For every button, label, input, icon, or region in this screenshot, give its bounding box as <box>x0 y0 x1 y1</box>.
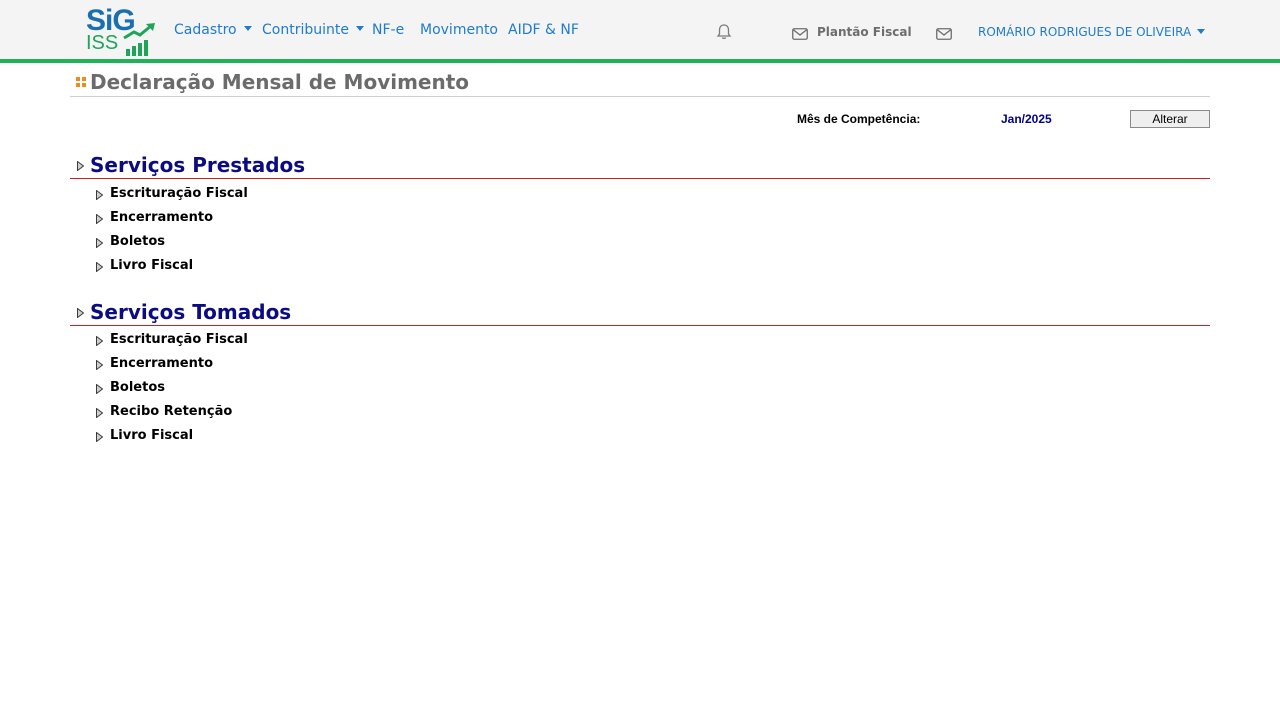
page-header: Declaração Mensal de Movimento <box>70 70 1210 97</box>
sigiss-logo[interactable]: SiG ISS <box>86 4 162 58</box>
section-title: Serviços Tomados <box>90 300 292 324</box>
nav-contribuinte-label: Contribuinte <box>262 22 349 38</box>
logo-bars-icon <box>123 23 156 56</box>
triangle-right-icon <box>96 360 103 370</box>
page-title: Declaração Mensal de Movimento <box>90 70 470 94</box>
triangle-right-icon <box>96 190 103 200</box>
link-label: Boletos <box>110 234 165 249</box>
logo-text-bottom: ISS <box>86 32 119 54</box>
triangle-right-icon <box>96 432 103 442</box>
envelope-icon[interactable] <box>792 25 808 44</box>
envelope-icon[interactable] <box>936 25 952 44</box>
link-label: Recibo Retenção <box>110 404 233 419</box>
nav-aidf-nf[interactable]: AIDF & NF <box>508 22 579 38</box>
nav-movimento-label: Movimento <box>420 22 498 38</box>
triangle-right-icon <box>77 308 84 318</box>
nav-contribuinte[interactable]: Contribuinte <box>262 22 364 38</box>
competencia-value: Jan/2025 <box>1001 112 1052 126</box>
top-navbar: SiG ISS Cadastro Contribuinte NF-e Movim… <box>0 0 1280 63</box>
link-label: Encerramento <box>110 210 214 225</box>
link-label: Escrituração Fiscal <box>110 332 248 347</box>
plantao-fiscal-link[interactable]: Plantão Fiscal <box>817 25 912 39</box>
section-title: Serviços Prestados <box>90 153 306 177</box>
nav-movimento[interactable]: Movimento <box>420 22 498 38</box>
link-label: Escrituração Fiscal <box>110 186 248 201</box>
user-name: ROMÁRIO RODRIGUES DE OLIVEIRA <box>978 25 1192 39</box>
caret-down-icon <box>355 26 364 31</box>
competencia-label: Mês de Competência: <box>797 112 921 126</box>
link-label: Livro Fiscal <box>110 428 194 443</box>
link-label: Livro Fiscal <box>110 258 194 273</box>
section-servicos-tomados[interactable]: Serviços Tomados <box>70 300 1210 326</box>
nav-nfe-label: NF-e <box>372 22 405 38</box>
triangle-right-icon <box>96 384 103 394</box>
alterar-button[interactable]: Alterar <box>1130 110 1210 128</box>
link-label: Boletos <box>110 380 165 395</box>
grid-icon <box>76 77 86 87</box>
triangle-right-icon <box>77 161 84 171</box>
caret-down-icon <box>1197 29 1206 34</box>
triangle-right-icon <box>96 262 103 272</box>
triangle-right-icon <box>96 238 103 248</box>
nav-cadastro[interactable]: Cadastro <box>174 22 252 38</box>
bell-icon[interactable] <box>715 23 733 41</box>
caret-down-icon <box>243 26 252 31</box>
nav-nfe[interactable]: NF-e <box>372 22 404 38</box>
triangle-right-icon <box>96 336 103 346</box>
triangle-right-icon <box>96 408 103 418</box>
link-label: Encerramento <box>110 356 214 371</box>
user-menu[interactable]: ROMÁRIO RODRIGUES DE OLIVEIRA <box>978 25 1206 39</box>
triangle-right-icon <box>96 214 103 224</box>
nav-cadastro-label: Cadastro <box>174 22 237 38</box>
nav-aidf-nf-label: AIDF & NF <box>508 22 579 38</box>
section-servicos-prestados[interactable]: Serviços Prestados <box>70 153 1210 179</box>
